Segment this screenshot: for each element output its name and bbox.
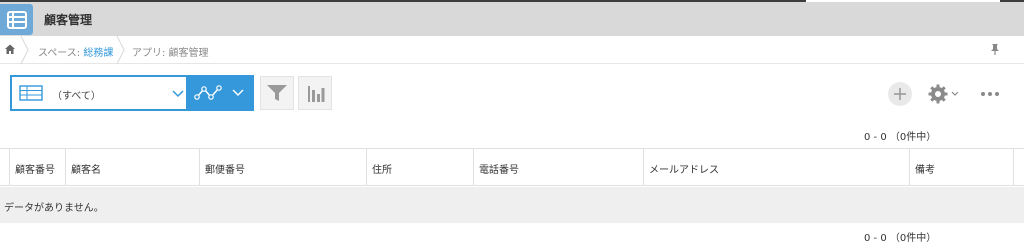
column-header-label: 電話番号 <box>479 165 519 176</box>
home-icon[interactable] <box>3 42 17 59</box>
pagination-count-top: 0 - 0 （0件中） <box>864 132 937 143</box>
add-record-button[interactable] <box>888 82 912 106</box>
column-header[interactable]: 顧客名 <box>65 149 199 186</box>
column-header-label: 顧客名 <box>71 165 101 176</box>
chevron-down-icon <box>951 91 959 96</box>
column-header[interactable]: メールアドレス <box>643 149 909 186</box>
view-selector[interactable]: （すべて） <box>10 75 188 111</box>
breadcrumb-separator <box>20 36 29 64</box>
view-selector-value: （すべて） <box>52 91 101 102</box>
breadcrumb-space-link[interactable]: 総務課 <box>83 48 113 59</box>
app-settings-button[interactable] <box>926 82 962 106</box>
column-header[interactable]: 住所 <box>366 149 473 186</box>
graph-view-button[interactable] <box>188 75 254 111</box>
more-options-button[interactable] <box>978 86 1002 102</box>
chevron-down-icon <box>172 90 184 98</box>
column-header-label: メールアドレス <box>649 165 719 176</box>
app-header: 顧客管理 <box>0 2 1024 36</box>
column-header[interactable]: 電話番号 <box>473 149 643 186</box>
column-header-label: 住所 <box>372 165 392 176</box>
breadcrumb-separator <box>116 36 125 64</box>
plus-icon <box>894 88 906 100</box>
table-header: 顧客番号 顧客名 郵便番号 住所 電話番号 メールアドレス 備考 <box>0 148 1024 186</box>
empty-table-row: データがありません。 <box>0 187 1024 223</box>
list-view-icon <box>19 85 43 101</box>
graph-icon <box>194 85 222 100</box>
chevron-down-icon <box>232 89 244 97</box>
bar-chart-icon <box>308 86 325 102</box>
pin-icon[interactable] <box>989 42 1001 59</box>
filter-button[interactable] <box>260 76 294 110</box>
breadcrumb-space: スペース: 総務課 <box>38 44 113 59</box>
column-header[interactable]: 顧客番号 <box>9 149 65 186</box>
column-header-label: 郵便番号 <box>205 165 245 176</box>
column-header-filler <box>1013 149 1024 186</box>
gear-icon <box>928 84 948 104</box>
column-header[interactable]: 備考 <box>909 149 1013 186</box>
breadcrumb: スペース: 総務課 アプリ: 顧客管理 <box>0 36 1024 64</box>
breadcrumb-space-prefix: スペース: <box>38 48 84 59</box>
empty-message: データがありません。 <box>4 203 104 214</box>
chart-button[interactable] <box>298 76 332 110</box>
column-header[interactable]: 郵便番号 <box>199 149 366 186</box>
breadcrumb-app: アプリ: 顧客管理 <box>132 48 209 59</box>
filter-icon <box>267 85 287 101</box>
app-title: 顧客管理 <box>44 13 93 27</box>
column-header-label: 顧客番号 <box>15 165 55 176</box>
column-header-label: 備考 <box>915 165 935 176</box>
pagination-count-bottom: 0 - 0 （0件中） <box>864 233 937 244</box>
more-horizontal-icon <box>981 92 999 96</box>
app-list-icon[interactable] <box>0 4 33 35</box>
